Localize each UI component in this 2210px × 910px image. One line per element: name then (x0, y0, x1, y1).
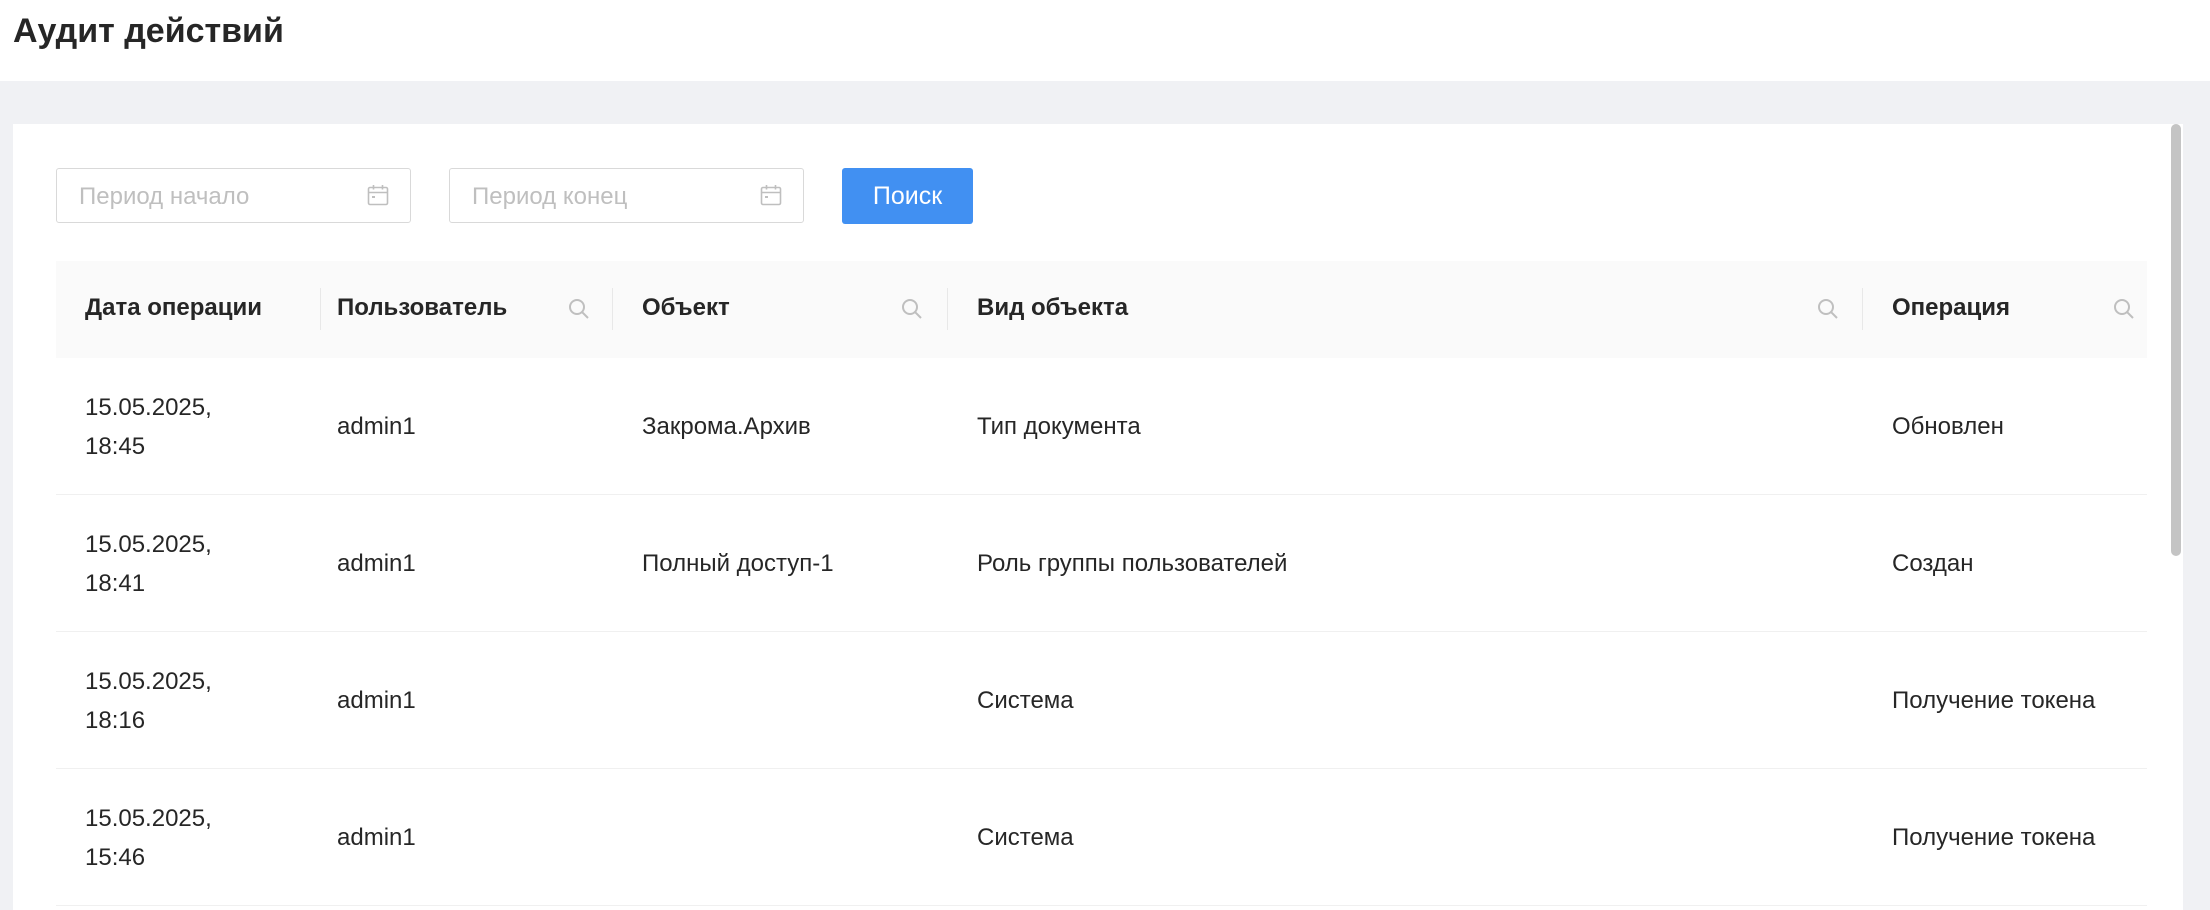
cell-date: 15.05.2025, 15:46 (56, 769, 245, 906)
cell-operation: Получение токена (1863, 632, 2095, 769)
cell-operation: Создан (1863, 495, 1974, 632)
column-header-label: Вид объекта (977, 294, 1129, 321)
cell-user: admin1 (308, 358, 416, 495)
page-title: Аудит действий (13, 12, 284, 50)
page-header: Аудит действий (0, 0, 2210, 81)
calendar-icon[interactable] (366, 183, 390, 207)
period-end-picker[interactable] (449, 168, 804, 224)
search-button[interactable]: Поиск (842, 168, 973, 224)
column-header-date: Дата операции (56, 261, 321, 358)
table-row[interactable]: 15.05.2025, 15:46 admin1 Система Получен… (56, 769, 2147, 906)
cell-object-text: Полный доступ-1 (642, 550, 834, 577)
column-header-user: Пользователь (308, 261, 613, 358)
cell-date-text: 15.05.2025, 18:45 (85, 393, 212, 460)
cell-object: Закрома.Архив (613, 358, 811, 495)
cell-object-type-text: Система (977, 687, 1074, 714)
cell-date-text: 15.05.2025, 15:46 (85, 804, 212, 871)
cell-date: 15.05.2025, 18:41 (56, 495, 245, 632)
period-end-input[interactable] (470, 169, 754, 224)
cell-operation-text: Получение токена (1892, 687, 2096, 714)
column-header-object: Объект (613, 261, 948, 358)
table-header: Дата операции Пользователь Объект Вид об… (56, 261, 2147, 358)
cell-user-text: admin1 (337, 824, 416, 851)
column-header-label: Дата операции (85, 294, 262, 321)
scrollbar[interactable] (2169, 124, 2183, 910)
cell-user-text: admin1 (337, 413, 416, 440)
search-icon[interactable] (1816, 297, 1840, 321)
cell-object-type: Тип документа (948, 358, 1141, 495)
column-header-label: Операция (1892, 294, 2011, 321)
table-row[interactable]: 15.05.2025, 18:41 admin1 Полный доступ-1… (56, 495, 2147, 632)
period-start-picker[interactable] (56, 168, 411, 224)
cell-object (613, 632, 642, 769)
period-start-input[interactable] (77, 169, 361, 224)
cell-user: admin1 (308, 769, 416, 906)
table-row[interactable]: 15.05.2025, 18:45 admin1 Закрома.Архив Т… (56, 358, 2147, 495)
audit-card: Поиск Дата операции Пользователь Объект (13, 124, 2183, 910)
search-icon[interactable] (567, 297, 591, 321)
cell-operation-text: Создан (1892, 550, 1974, 577)
audit-table: Дата операции Пользователь Объект Вид об… (56, 261, 2147, 906)
scrollbar-thumb[interactable] (2171, 124, 2181, 556)
cell-object-type-text: Тип документа (977, 413, 1141, 440)
calendar-icon[interactable] (759, 183, 783, 207)
cell-object-type: Роль группы пользователей (948, 495, 1287, 632)
cell-operation-text: Получение токена (1892, 824, 2096, 851)
search-icon[interactable] (2112, 297, 2136, 321)
cell-user: admin1 (308, 632, 416, 769)
table-row[interactable]: 15.05.2025, 18:16 admin1 Система Получен… (56, 632, 2147, 769)
cell-object-type-text: Роль группы пользователей (977, 550, 1288, 577)
cell-object-text: Закрома.Архив (642, 413, 811, 440)
column-header-label: Пользователь (337, 294, 508, 321)
cell-user-text: admin1 (337, 550, 416, 577)
cell-user: admin1 (308, 495, 416, 632)
cell-operation: Получение токена (1863, 769, 2095, 906)
cell-operation-text: Обновлен (1892, 413, 2004, 440)
cell-object-type: Система (948, 769, 1074, 906)
cell-date-text: 15.05.2025, 18:41 (85, 530, 212, 597)
column-header-operation: Операция (1863, 261, 2147, 358)
cell-object (613, 769, 642, 906)
cell-object: Полный доступ-1 (613, 495, 834, 632)
cell-date: 15.05.2025, 18:45 (56, 358, 245, 495)
cell-date: 15.05.2025, 18:16 (56, 632, 245, 769)
cell-user-text: admin1 (337, 687, 416, 714)
cell-operation: Обновлен (1863, 358, 2004, 495)
cell-object-type: Система (948, 632, 1074, 769)
search-icon[interactable] (900, 297, 924, 321)
column-header-object-type: Вид объекта (948, 261, 1863, 358)
cell-date-text: 15.05.2025, 18:16 (85, 667, 212, 734)
cell-object-type-text: Система (977, 824, 1074, 851)
column-header-label: Объект (642, 294, 730, 321)
